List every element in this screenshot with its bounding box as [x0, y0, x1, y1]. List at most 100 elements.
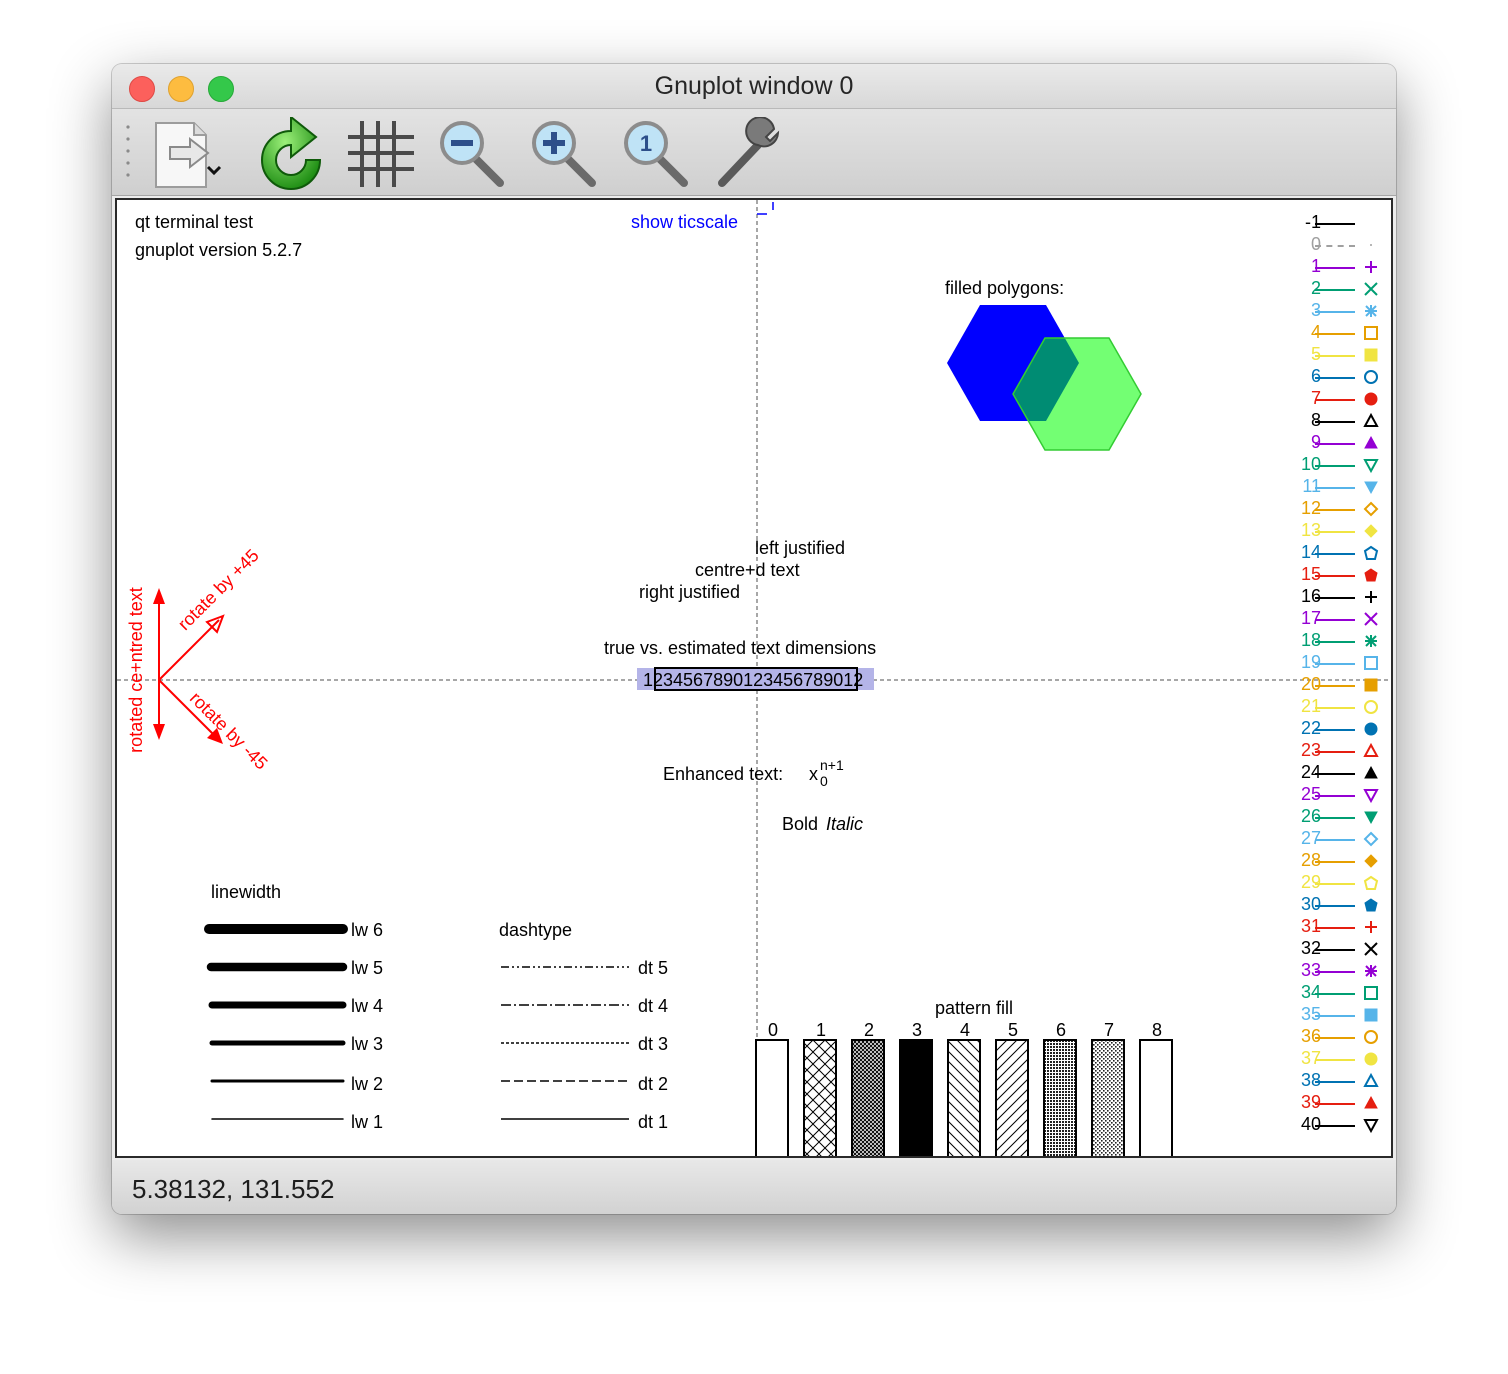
right-justified-label: right justified — [639, 582, 741, 602]
legend-line-sample — [1315, 399, 1355, 401]
legend-line-sample — [1315, 839, 1355, 841]
legend-line-sample — [1315, 971, 1355, 973]
legend-item: 12 — [1271, 498, 1381, 520]
linewidth-lines — [204, 924, 348, 1120]
legend-number: 35 — [1300, 1004, 1321, 1024]
legend-symbol-icon — [1361, 1026, 1381, 1048]
legend-symbol-icon — [1361, 564, 1381, 586]
legend-symbol-icon — [1361, 586, 1381, 608]
export-icon[interactable] — [150, 117, 224, 191]
dt5-label: dt 5 — [638, 958, 669, 978]
dt4-label: dt 4 — [638, 996, 669, 1016]
enhanced-base: x — [809, 764, 818, 784]
legend-line-sample — [1315, 729, 1355, 731]
legend-number: 37 — [1300, 1048, 1321, 1068]
svg-text:1: 1 — [640, 131, 652, 156]
pattern-label-8: 8 — [1152, 1020, 1163, 1040]
enhanced-superscript: n+1 — [820, 757, 844, 773]
dt3-label: dt 3 — [638, 1034, 669, 1054]
legend-symbol-icon — [1361, 454, 1381, 476]
ticscale-marks — [757, 202, 774, 215]
legend-symbol-icon — [1361, 674, 1381, 696]
legend-line-sample — [1315, 465, 1355, 467]
legend-number: 30 — [1300, 894, 1321, 914]
legend-line-sample — [1315, 641, 1355, 643]
legend-number: 9 — [1310, 432, 1321, 452]
enhanced-subscript: 0 — [820, 773, 828, 789]
legend-symbol-icon — [1361, 212, 1381, 234]
plot-canvas[interactable]: qt terminal test gnuplot version 5.2.7 s… — [115, 198, 1393, 1158]
title-bar[interactable]: Gnuplot window 0 — [112, 64, 1396, 109]
legend-line-sample — [1315, 509, 1355, 511]
legend-line-sample — [1315, 1081, 1355, 1083]
legend-symbol-icon — [1361, 784, 1381, 806]
legend-item: 10 — [1271, 454, 1381, 476]
legend-number: 2 — [1310, 278, 1321, 298]
legend-line-sample — [1315, 575, 1355, 577]
legend-item: 2 — [1271, 278, 1381, 300]
toolbar-grip-icon[interactable] — [124, 123, 132, 183]
legend-item: 39 — [1271, 1092, 1381, 1114]
grid-icon[interactable] — [344, 117, 418, 191]
legend-line-sample — [1315, 905, 1355, 907]
legend-number: 28 — [1300, 850, 1321, 870]
legend-item: 17 — [1271, 608, 1381, 630]
legend-number: 16 — [1300, 586, 1321, 606]
replot-icon[interactable] — [254, 117, 328, 191]
legend-number: 18 — [1300, 630, 1321, 650]
linewidth-label: linewidth — [211, 882, 282, 902]
legend-symbol-icon — [1361, 1070, 1381, 1092]
legend-line-sample — [1315, 355, 1355, 357]
legend-symbol-icon — [1361, 322, 1381, 344]
legend-symbol-icon — [1361, 718, 1381, 740]
lw6-label: lw 6 — [351, 920, 384, 940]
legend-symbol-icon — [1361, 960, 1381, 982]
legend-item: 20 — [1271, 674, 1381, 696]
legend-number: 36 — [1300, 1026, 1321, 1046]
legend-symbol-icon — [1361, 696, 1381, 718]
lw2-label: lw 2 — [351, 1074, 384, 1094]
legend-number: 24 — [1300, 762, 1321, 782]
pattern-bars — [755, 1039, 1173, 1156]
legend-symbol-icon — [1361, 938, 1381, 960]
legend-item: 36 — [1271, 1026, 1381, 1048]
legend-symbol-icon — [1361, 520, 1381, 542]
legend-line-sample — [1315, 1125, 1355, 1127]
settings-icon[interactable] — [712, 117, 786, 191]
legend-number: 1 — [1310, 256, 1321, 276]
dt2-label: dt 2 — [638, 1074, 669, 1094]
legend-line-sample — [1315, 707, 1355, 709]
legend-item: 6 — [1271, 366, 1381, 388]
zoom-out-icon[interactable] — [436, 117, 510, 191]
zoom-reset-icon[interactable]: 1 — [620, 117, 694, 191]
legend-line-sample — [1315, 311, 1355, 313]
status-bar: 5.38132, 131.552 — [112, 1160, 1396, 1214]
legend-symbol-icon — [1361, 542, 1381, 564]
legend-symbol-icon — [1361, 1004, 1381, 1026]
legend-number: 19 — [1300, 652, 1321, 672]
legend-item: 21 — [1271, 696, 1381, 718]
legend-number: 25 — [1300, 784, 1321, 804]
legend-item: 7 — [1271, 388, 1381, 410]
pattern-label-0: 0 — [768, 1020, 779, 1040]
italic-label: Italic — [826, 814, 864, 834]
legend-symbol-icon — [1361, 1048, 1381, 1070]
legend-number: 14 — [1300, 542, 1321, 562]
legend-item: 16 — [1271, 586, 1381, 608]
zoom-in-icon[interactable] — [528, 117, 602, 191]
legend-line-sample — [1315, 443, 1355, 445]
legend-symbol-icon — [1361, 982, 1381, 1004]
legend-item: 37 — [1271, 1048, 1381, 1070]
legend-number: 29 — [1300, 872, 1321, 892]
legend-symbol-icon — [1361, 850, 1381, 872]
legend-item: 35 — [1271, 1004, 1381, 1026]
legend-item: 34 — [1271, 982, 1381, 1004]
legend-item: 33 — [1271, 960, 1381, 982]
legend-item: 23 — [1271, 740, 1381, 762]
centred-text-label: centre+d text — [695, 560, 800, 580]
pattern-label-4: 4 — [960, 1020, 971, 1040]
legend-symbol-icon — [1361, 740, 1381, 762]
pattern-label-5: 5 — [1008, 1020, 1019, 1040]
legend-symbol-icon — [1361, 366, 1381, 388]
legend-item: 15 — [1271, 564, 1381, 586]
